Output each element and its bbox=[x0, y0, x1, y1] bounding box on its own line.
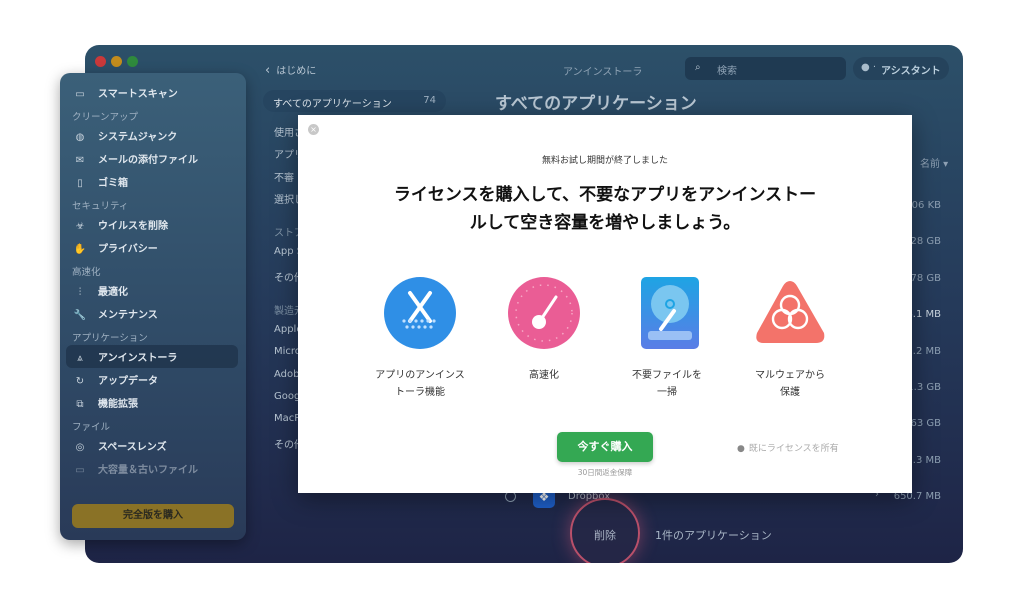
sidebar-section: 高速化 bbox=[72, 267, 101, 278]
speedometer-icon bbox=[508, 277, 580, 349]
filter-all-apps[interactable]: すべてのアプリケーション 74 bbox=[263, 90, 446, 112]
arrow-circle-icon: ● bbox=[737, 444, 745, 454]
window-title: アンインストーラ bbox=[563, 67, 643, 78]
sidebar-item[interactable]: ▯ ゴミ箱 bbox=[72, 174, 128, 189]
sidebar-item[interactable]: ◍ システムジャンク bbox=[72, 128, 178, 143]
delete-button[interactable]: 削除 bbox=[570, 498, 640, 563]
sidebar-item[interactable]: ⧉ 機能拡張 bbox=[72, 395, 138, 410]
feature-speedup: 高速化 bbox=[479, 277, 609, 384]
minimize-window-button[interactable] bbox=[111, 56, 122, 67]
sidebar-item[interactable]: ✋ プライバシー bbox=[72, 240, 158, 255]
sliders-icon: ⫶ bbox=[78, 287, 82, 298]
sort-by-name[interactable]: 名前 ▾ bbox=[920, 155, 948, 170]
app-size: .28 GB bbox=[907, 236, 941, 248]
sidebar: ▭ スマートスキャンクリーンアップ ◍ システムジャンク ✉ メールの添付ファイル ▯ ゴミ箱… bbox=[60, 73, 246, 540]
sidebar-item[interactable]: ⫶ 最適化 bbox=[72, 283, 128, 298]
folder-icon: ▭ bbox=[75, 465, 85, 476]
assistant-button[interactable]: ● · アシスタント bbox=[853, 57, 949, 80]
sidebar-section: ファイル bbox=[72, 422, 111, 433]
sidebar-item[interactable]: ↻ アップデータ bbox=[72, 372, 158, 387]
filter-item[interactable]: Micro bbox=[274, 346, 301, 357]
close-icon[interactable]: × bbox=[308, 124, 319, 135]
sidebar-item[interactable]: ✉ メールの添付ファイル bbox=[72, 151, 198, 166]
have-license-link[interactable]: ● 既にライセンスを所有 bbox=[737, 441, 839, 454]
feature-cleanup: 不要ファイルを 一掃 bbox=[602, 277, 732, 401]
filter-item[interactable]: 不審 bbox=[274, 169, 294, 184]
trash-icon: ▯ bbox=[77, 178, 83, 189]
sidebar-section: セキュリティ bbox=[72, 201, 129, 212]
sidebar-item[interactable]: ☣ ウイルスを削除 bbox=[72, 217, 168, 232]
uninstaller-icon bbox=[384, 277, 456, 349]
sidebar-item[interactable]: ▭ スマートスキャン bbox=[72, 85, 177, 100]
hand-icon: ✋ bbox=[73, 244, 87, 255]
back-button[interactable]: ‹ はじめに bbox=[265, 62, 316, 78]
sidebar-section: クリーンアップ bbox=[72, 112, 139, 123]
uninstaller-icon: ⩓ bbox=[77, 353, 83, 364]
buy-full-version-button[interactable]: 完全版を購入 bbox=[72, 504, 234, 528]
app-size: .78 GB bbox=[907, 272, 941, 284]
disk-icon: ◍ bbox=[75, 132, 85, 143]
mail-icon: ✉ bbox=[75, 155, 85, 166]
license-dialog: × 無料お試し期間が終了しました ライセンスを購入して、不要なアプリをアンインス… bbox=[298, 115, 912, 493]
dialog-title: ライセンスを購入して、不要なアプリをアンインストー ルして空き容量を増やしましょ… bbox=[393, 185, 817, 233]
biohazard-icon bbox=[756, 281, 825, 343]
close-window-button[interactable] bbox=[95, 56, 106, 67]
dialog-subtitle: 無料お試し期間が終了しました bbox=[541, 156, 668, 166]
app-size: 1.3 GB bbox=[907, 382, 941, 393]
money-back-guarantee: 30日間返金保障 bbox=[577, 468, 633, 477]
feature-uninstaller: アプリのアンインス トーラ機能 bbox=[355, 277, 485, 401]
extension-icon: ⧉ bbox=[76, 399, 84, 410]
sidebar-item[interactable]: 🔧 メンテナンス bbox=[72, 306, 158, 321]
biohazard-icon: ☣ bbox=[75, 221, 85, 232]
wrench-icon: 🔧 bbox=[73, 310, 87, 321]
page-title: すべてのアプリケーション bbox=[495, 94, 697, 114]
buy-now-button[interactable]: 今すぐ購入 bbox=[557, 432, 653, 462]
sidebar-item[interactable]: ⩓ アンインストーラ bbox=[66, 345, 238, 368]
search-icon: ⌕ bbox=[695, 62, 701, 73]
filter-item[interactable]: MacP bbox=[274, 413, 300, 424]
search-input[interactable]: ⌕ 検索 bbox=[685, 57, 846, 80]
sidebar-section: アプリケーション bbox=[72, 333, 148, 344]
filter-item[interactable]: Adob bbox=[274, 369, 299, 380]
monitor-icon: ▭ bbox=[75, 89, 85, 100]
sidebar-item[interactable]: ▭ 大容量＆古いファイル bbox=[72, 461, 198, 476]
app-size: .63 GB bbox=[907, 418, 941, 430]
sidebar-item[interactable]: ◎ スペースレンズ bbox=[72, 438, 167, 453]
dot-icon: ● · bbox=[861, 62, 877, 73]
filter-item[interactable]: Goog bbox=[274, 391, 300, 402]
selection-count: 1件のアプリケーション bbox=[655, 529, 772, 542]
hard-drive-icon bbox=[641, 277, 699, 349]
feature-malware: マルウェアから 保護 bbox=[725, 277, 855, 401]
chevron-left-icon: ‹ bbox=[265, 63, 271, 78]
maximize-window-button[interactable] bbox=[127, 56, 138, 67]
lens-icon: ◎ bbox=[75, 442, 85, 453]
update-icon: ↻ bbox=[75, 376, 85, 387]
